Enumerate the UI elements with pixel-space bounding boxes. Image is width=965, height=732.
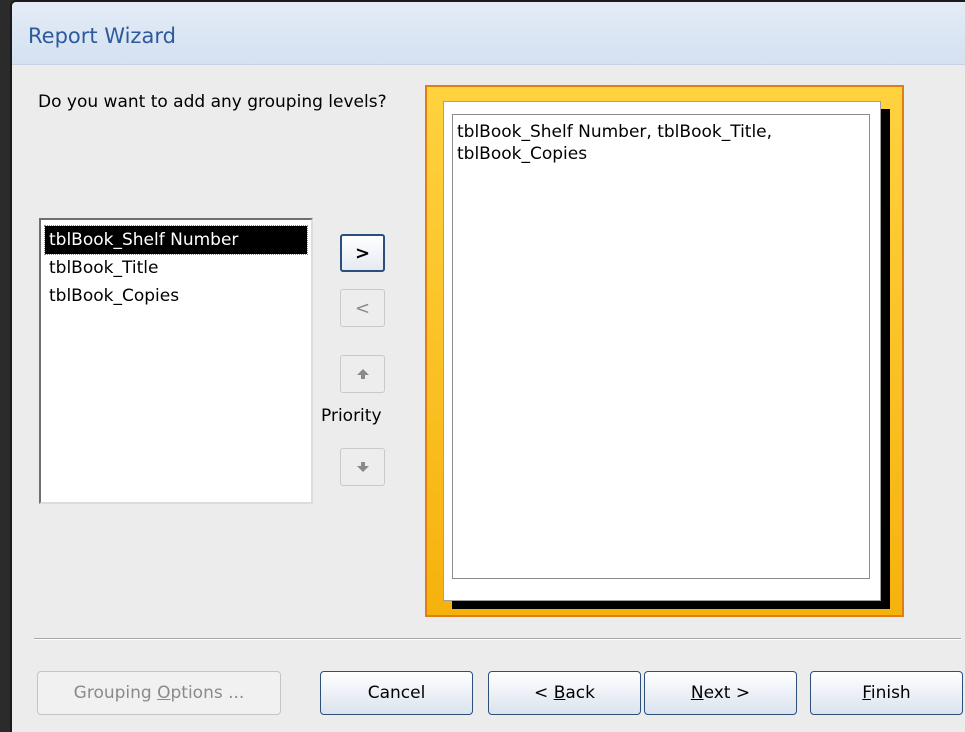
remove-grouping-label: < [354,297,371,319]
arrow-down-icon [356,461,370,473]
priority-up-button[interactable] [340,355,385,393]
divider [34,638,961,640]
arrow-up-icon [356,368,370,380]
grouping-options-button[interactable]: Grouping Options ... [37,671,281,715]
next-button[interactable]: Next > [644,671,797,715]
preview-text: tblBook_Shelf Number, tblBook_Title, tbl… [452,114,870,579]
add-grouping-button[interactable]: > [340,234,385,272]
priority-label: Priority [321,406,382,426]
grouping-question: Do you want to add any grouping levels? [38,92,387,112]
add-grouping-label: > [354,242,371,264]
back-label: < Back [534,683,595,703]
available-fields-list[interactable]: tblBook_Shelf Number tblBook_Title tblBo… [39,218,313,504]
window-title: Report Wizard [28,24,176,48]
cancel-label: Cancel [367,683,426,703]
next-label: Next > [690,683,751,703]
report-wizard-dialog: Report Wizard Do you want to add any gro… [10,0,965,732]
remove-grouping-button[interactable]: < [340,289,385,327]
list-item[interactable]: tblBook_Copies [45,282,307,310]
cancel-button[interactable]: Cancel [320,671,473,715]
finish-button[interactable]: Finish [810,671,963,715]
finish-label: Finish [862,683,911,703]
list-item[interactable]: tblBook_Title [45,254,307,282]
grouping-preview-frame: tblBook_Shelf Number, tblBook_Title, tbl… [425,85,904,617]
priority-down-button[interactable] [340,448,385,486]
preview-page: tblBook_Shelf Number, tblBook_Title, tbl… [443,101,881,601]
list-item[interactable]: tblBook_Shelf Number [44,225,308,255]
title-bar[interactable]: Report Wizard [12,2,965,65]
back-button[interactable]: < Back [488,671,641,715]
grouping-options-label: Grouping Options ... [73,683,245,703]
